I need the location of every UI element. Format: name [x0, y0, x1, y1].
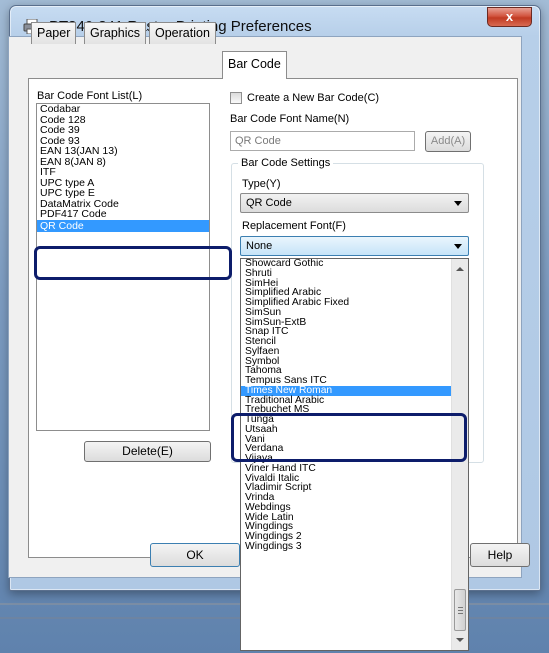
font-name-field[interactable]: QR Code — [230, 131, 415, 151]
create-new-label[interactable]: Create a New Bar Code(C) — [247, 92, 379, 104]
tab-bar-code[interactable]: Bar Code — [222, 51, 287, 79]
list-item[interactable]: Code 39 — [37, 125, 209, 136]
bar-code-settings-title: Bar Code Settings — [238, 157, 334, 169]
list-item[interactable]: Codabar — [37, 104, 209, 115]
add-button[interactable]: Add(A) — [425, 131, 471, 152]
list-item[interactable]: UPC type E — [37, 188, 209, 199]
font-name-label: Bar Code Font Name(N) — [230, 113, 350, 125]
help-button[interactable]: Help — [470, 543, 530, 567]
list-item-selected[interactable]: QR Code — [37, 219, 209, 232]
delete-button[interactable]: Delete(E) — [84, 441, 211, 462]
dropdown-option[interactable]: Showcard Gothic — [241, 259, 468, 269]
grip-line — [458, 613, 463, 614]
dropdown-option[interactable]: Trebuchet MS — [241, 405, 468, 415]
type-label: Type(Y) — [242, 178, 281, 190]
list-item[interactable]: EAN 13(JAN 13) — [37, 146, 209, 157]
replacement-font-value: None — [246, 240, 273, 252]
chevron-down-icon — [454, 244, 462, 249]
dropdown-option[interactable]: Vladimir Script — [241, 483, 468, 493]
scroll-thumb[interactable] — [454, 589, 466, 631]
dropdown-option[interactable]: Verdana — [241, 444, 468, 454]
grip-line — [458, 607, 463, 608]
replacement-font-label: Replacement Font(F) — [242, 220, 346, 232]
list-item[interactable]: ITF — [37, 167, 209, 178]
close-button[interactable]: x — [487, 7, 532, 27]
list-item[interactable]: PDF417 Code — [37, 209, 209, 220]
scroll-down-arrow-icon[interactable] — [456, 638, 464, 642]
tab-graphics[interactable]: Graphics — [84, 22, 147, 44]
type-select[interactable]: QR Code — [240, 193, 469, 213]
bar-code-font-listbox[interactable]: Codabar Code 128 Code 39 Code 93 EAN 13(… — [36, 103, 210, 431]
chevron-down-icon — [454, 201, 462, 206]
dropdown-scrollbar[interactable] — [451, 259, 468, 650]
replacement-font-select[interactable]: None — [240, 236, 469, 256]
scroll-up-arrow-icon[interactable] — [456, 267, 464, 271]
type-select-value: QR Code — [246, 197, 292, 209]
dropdown-option[interactable]: Utsaah — [241, 424, 468, 435]
tab-paper[interactable]: Paper — [31, 22, 77, 44]
dropdown-option[interactable]: Wingdings 3 — [241, 541, 468, 552]
font-list-label: Bar Code Font List(L) — [37, 90, 143, 102]
list-item[interactable]: EAN 8(JAN 8) — [37, 156, 209, 168]
ok-button[interactable]: OK — [150, 543, 240, 567]
dropdown-options: Showcard Gothic Shruti SimHei Simplified Ar… — [241, 259, 468, 552]
grip-line — [458, 610, 463, 611]
replacement-font-dropdown-list[interactable]: Showcard Gothic Shruti SimHei Simplified Ar… — [240, 258, 469, 651]
tab-operation[interactable]: Operation — [149, 22, 216, 44]
create-new-checkbox[interactable] — [230, 92, 242, 104]
